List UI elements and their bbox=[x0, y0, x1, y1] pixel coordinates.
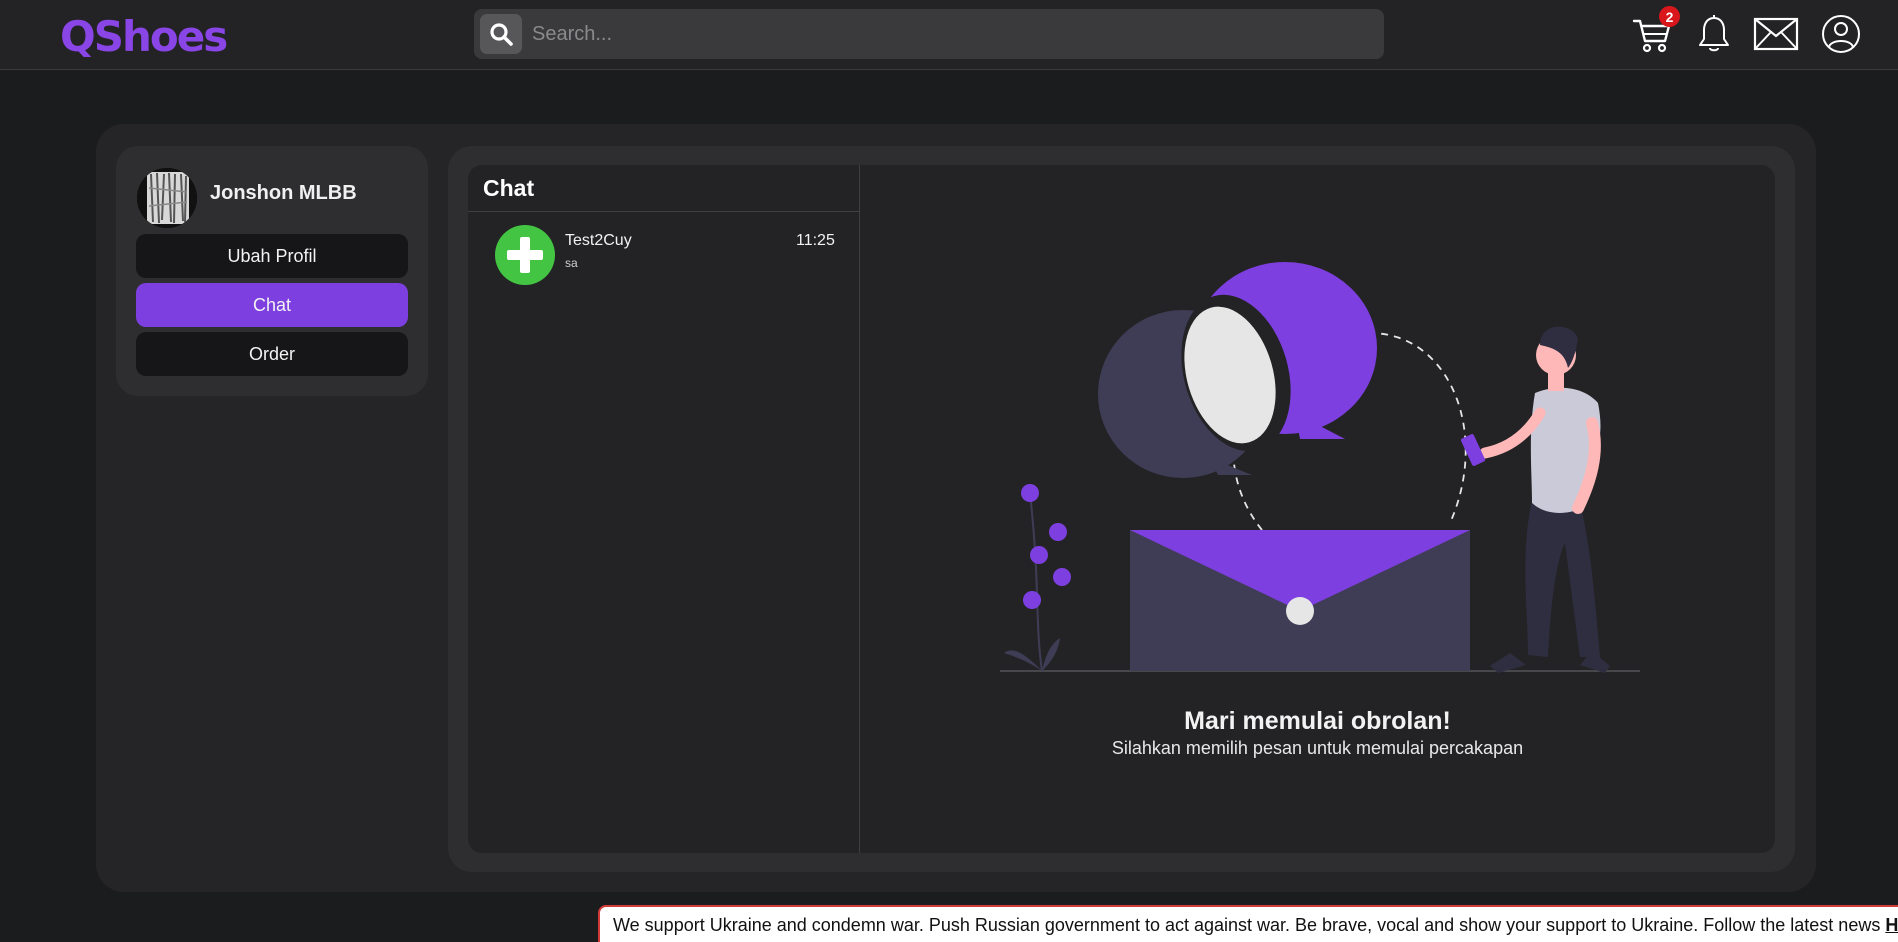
conversation-avatar bbox=[495, 225, 555, 285]
menu-item-ubah-profil[interactable]: Ubah Profil bbox=[136, 234, 408, 278]
conversation-name: Test2Cuy bbox=[565, 232, 632, 249]
search-button[interactable] bbox=[480, 14, 522, 54]
conversation-item[interactable]: Test2Cuy sa 11:25 bbox=[468, 220, 860, 290]
banner-text: We support Ukraine and condemn war. Push… bbox=[613, 915, 1886, 935]
mail-button[interactable] bbox=[1753, 12, 1799, 56]
empty-chat-state: Mari memulai obrolan! Silahkan memilih p… bbox=[860, 165, 1775, 853]
menu-item-chat[interactable]: Chat bbox=[136, 283, 408, 327]
search-input[interactable] bbox=[532, 9, 1372, 59]
search-bar bbox=[474, 9, 1384, 59]
mail-icon bbox=[1753, 17, 1799, 51]
conversation-preview: sa bbox=[565, 256, 578, 270]
notification-button[interactable] bbox=[1695, 12, 1733, 56]
chat-list-header: Chat bbox=[468, 165, 860, 212]
empty-state-subtitle: Silahkan memilih pesan untuk memulai per… bbox=[1111, 738, 1524, 758]
chat-illustration bbox=[1000, 262, 1640, 673]
user-account-button[interactable] bbox=[1820, 12, 1862, 56]
empty-state-title: Mari memulai obrolan! bbox=[1184, 707, 1451, 735]
menu-item-order[interactable]: Order bbox=[136, 332, 408, 376]
avatar bbox=[137, 168, 197, 228]
plus-icon bbox=[507, 237, 543, 273]
banner-link[interactable]: HERE bbox=[1885, 915, 1898, 935]
profile-username: Jonshon MLBB bbox=[210, 182, 357, 204]
conversation-time: 11:25 bbox=[796, 232, 835, 249]
ukraine-support-banner: We support Ukraine and condemn war. Push… bbox=[598, 905, 1898, 942]
chat-title: Chat bbox=[483, 175, 535, 201]
cart-count-badge: 2 bbox=[1659, 6, 1680, 27]
chat-window: Chat Test2Cuy sa 11:25 Mari memulai obro… bbox=[468, 165, 1775, 853]
bell-icon bbox=[1699, 15, 1729, 52]
user-icon bbox=[1822, 15, 1860, 53]
logo[interactable]: QShoes bbox=[60, 12, 228, 61]
top-navbar: QShoes 2 bbox=[0, 0, 1898, 70]
search-icon bbox=[490, 23, 513, 46]
conversation-list: Chat Test2Cuy sa 11:25 bbox=[468, 165, 860, 853]
